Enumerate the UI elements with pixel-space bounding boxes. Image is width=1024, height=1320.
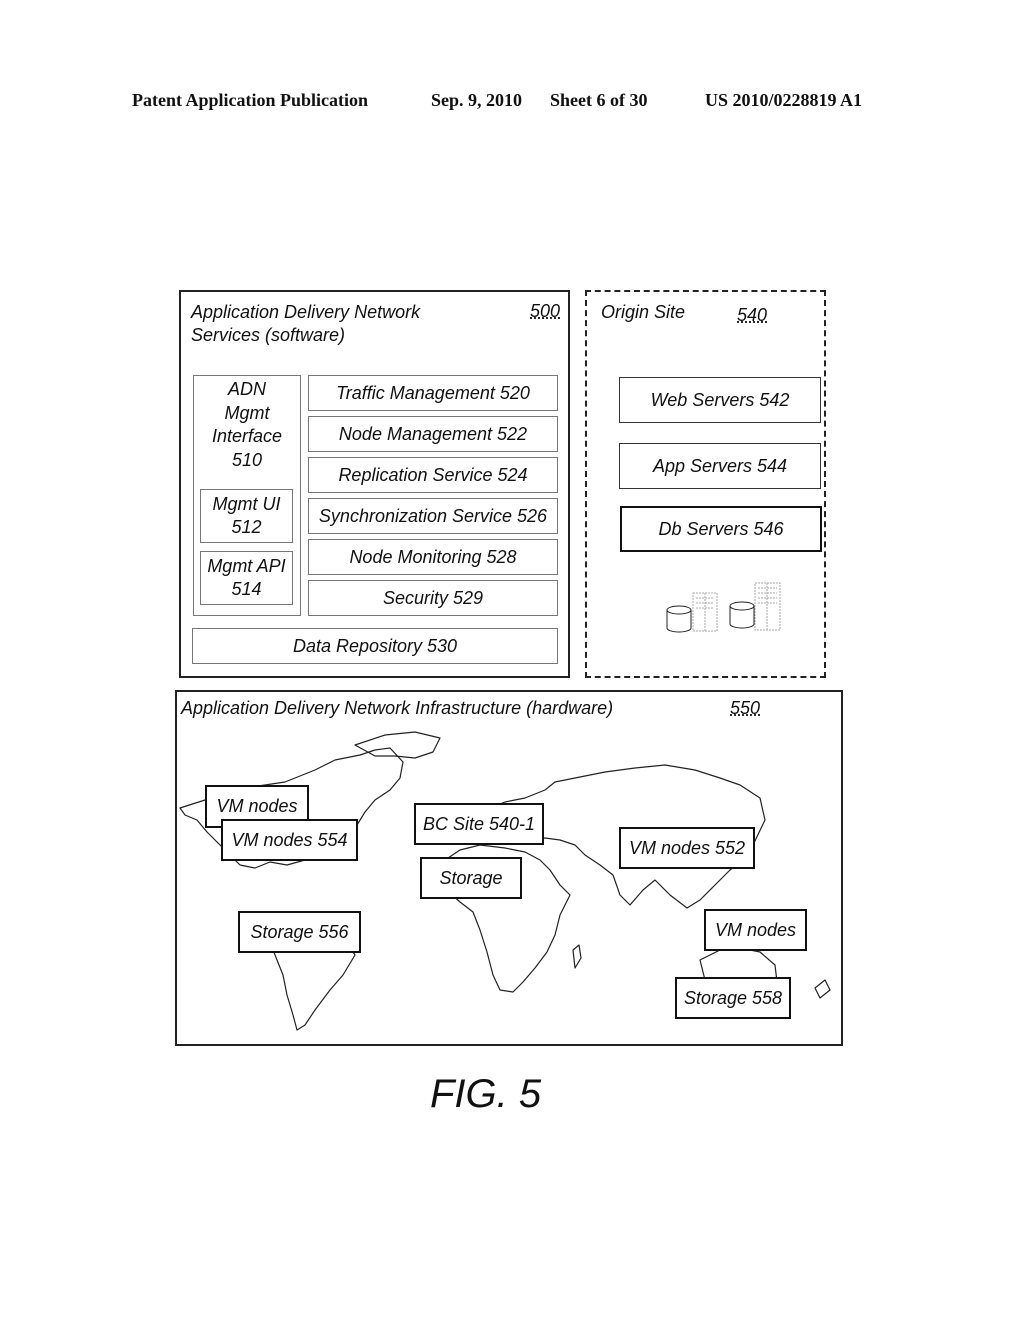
mgmt-ui-label: Mgmt UI	[212, 494, 281, 514]
database-icon	[666, 605, 692, 633]
db-servers-box: Db Servers 546	[620, 506, 822, 552]
publication-date: Sep. 9, 2010	[431, 90, 523, 110]
greenland-outline	[354, 731, 441, 759]
software-title-line1: Application Delivery Network	[191, 302, 421, 322]
database-server-icons	[666, 582, 781, 633]
vm-nodes-552-box: VM nodes 552	[619, 827, 755, 869]
mgmt-api-label: Mgmt API	[207, 556, 286, 576]
vm-nodes-554-box: VM nodes 554	[221, 819, 358, 861]
mgmt-interface-line: Interface	[211, 426, 283, 446]
patent-number: US 2010/0228819 A1	[705, 90, 863, 110]
node-management-box: Node Management 522	[308, 416, 558, 452]
security-box: Security 529	[308, 580, 558, 616]
mgmt-interface-line: Mgmt	[224, 402, 270, 423]
new-zealand-outline	[814, 979, 831, 999]
sheet-number: Sheet 6 of 30	[550, 90, 648, 110]
database-icon	[729, 601, 755, 629]
storage-556-box: Storage 556	[238, 911, 361, 953]
web-servers-box: Web Servers 542	[619, 377, 821, 423]
replication-service-box: Replication Service 524	[308, 457, 558, 493]
app-servers-box: App Servers 544	[619, 443, 821, 489]
server-rack-icon	[754, 582, 781, 631]
traffic-management-box: Traffic Management 520	[308, 375, 558, 411]
mgmt-interface-line: ADN	[227, 379, 266, 399]
mgmt-api-ref: 514	[231, 579, 262, 599]
mgmt-interface-label: ADN Mgmt Interface 510	[193, 378, 301, 472]
data-repository-box: Data Repository 530	[192, 628, 558, 664]
mgmt-api-box: Mgmt API 514	[200, 551, 293, 605]
storage-africa-box: Storage	[420, 857, 522, 899]
software-block-title: Application Delivery Network Services (s…	[191, 301, 420, 347]
mgmt-ui-ref: 512	[231, 517, 262, 537]
mgmt-interface-line: 510	[231, 449, 263, 470]
server-rack-icon	[692, 592, 718, 632]
synchronization-service-box: Synchronization Service 526	[308, 498, 558, 534]
origin-site-ref: 540	[737, 305, 768, 325]
vm-nodes-asia-box: VM nodes	[704, 909, 807, 951]
publication-label: Patent Application Publication	[132, 90, 369, 110]
madagascar-outline	[572, 944, 582, 969]
software-title-line2: Services (software)	[191, 325, 346, 345]
node-monitoring-box: Node Monitoring 528	[308, 539, 558, 575]
origin-site-title: Origin Site	[601, 302, 686, 322]
storage-558-box: Storage 558	[675, 977, 791, 1019]
figure-caption: FIG. 5	[430, 1072, 542, 1116]
mgmt-ui-box: Mgmt UI 512	[200, 489, 293, 543]
software-block-ref: 500	[530, 301, 561, 321]
bc-site-box: BC Site 540-1	[414, 803, 544, 845]
